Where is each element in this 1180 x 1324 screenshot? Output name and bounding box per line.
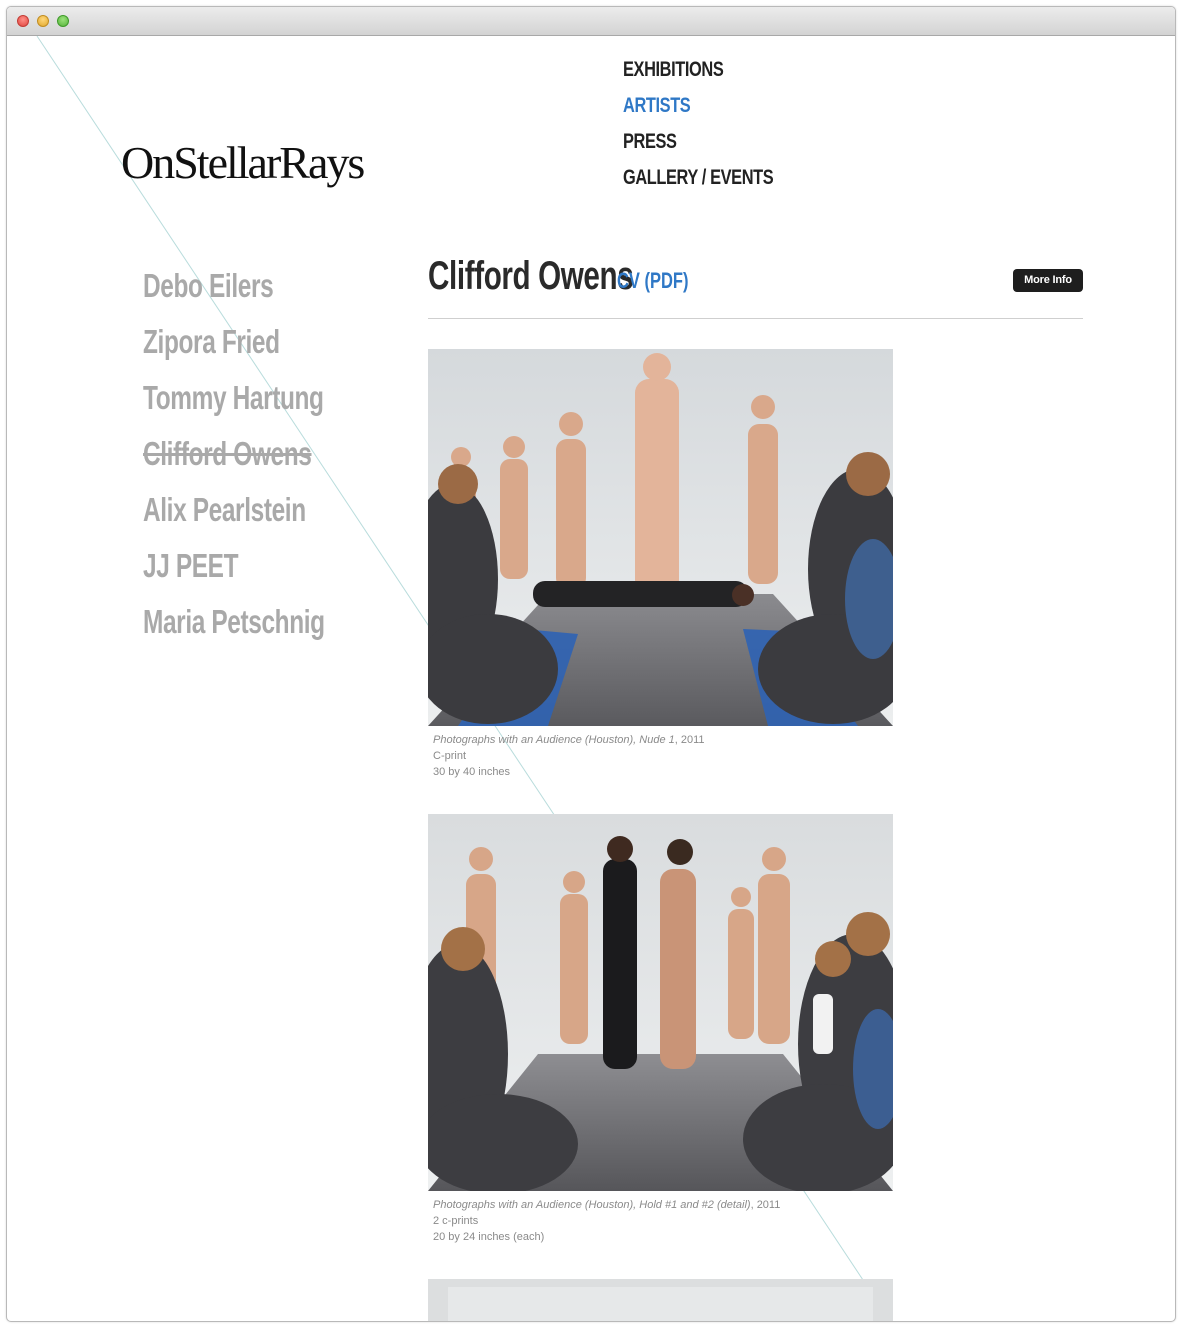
artist-link-alix-pearlstein[interactable]: Alix Pearlstein — [143, 482, 325, 538]
nav-item-artists[interactable]: ARTISTS — [623, 88, 773, 124]
artist-link-tommy-hartung[interactable]: Tommy Hartung — [143, 370, 325, 426]
artwork-title: Photographs with an Audience (Houston), … — [433, 1199, 751, 1211]
artist-list: Debo Eilers Zipora Fried Tommy Hartung C… — [143, 258, 389, 650]
artwork-title: Photographs with an Audience (Houston), … — [433, 734, 675, 746]
nav-item-press[interactable]: PRESS — [623, 124, 773, 160]
nav-item-gallery-events[interactable]: GALLERY / EVENTS — [623, 160, 774, 196]
artwork-photo[interactable] — [428, 349, 893, 726]
artwork-item: Photographs with an Audience (Houston), … — [428, 349, 893, 780]
artwork-medium: C-print — [433, 750, 467, 762]
cv-pdf-link[interactable]: CV (PDF) — [617, 268, 688, 294]
page-content: OnStellarRays EXHIBITIONS ARTISTS PRESS … — [7, 36, 1175, 1321]
zoom-window-icon[interactable] — [57, 15, 69, 27]
artwork-year: , 2011 — [674, 734, 705, 746]
artist-link-maria-petschnig[interactable]: Maria Petschnig — [143, 594, 325, 650]
browser-window: OnStellarRays EXHIBITIONS ARTISTS PRESS … — [6, 6, 1176, 1322]
artist-link-jj-peet[interactable]: JJ PEET — [143, 538, 325, 594]
main-nav: EXHIBITIONS ARTISTS PRESS GALLERY / EVEN… — [623, 52, 816, 196]
nav-item-exhibitions[interactable]: EXHIBITIONS — [623, 52, 773, 88]
artwork-item: Photographs with an Audience (Houston), … — [428, 814, 893, 1245]
site-logo[interactable]: OnStellarRays — [121, 136, 365, 189]
artist-title: Clifford Owens — [428, 254, 634, 298]
artwork-medium: 2 c-prints — [433, 1215, 479, 1227]
artwork-caption: Photographs with an Audience (Houston), … — [428, 732, 893, 780]
header-divider — [428, 318, 1083, 319]
artwork-caption: Photographs with an Audience (Houston), … — [428, 1197, 893, 1245]
window-titlebar — [7, 7, 1175, 36]
artwork-item — [428, 1279, 893, 1321]
artist-link-debo-eilers[interactable]: Debo Eilers — [143, 258, 325, 314]
artwork-dimensions: 20 by 24 inches (each) — [433, 1231, 545, 1243]
artist-link-clifford-owens[interactable]: Clifford Owens — [143, 426, 325, 482]
artist-link-zipora-fried[interactable]: Zipora Fried — [143, 314, 325, 370]
artwork-dimensions: 30 by 40 inches — [433, 766, 511, 778]
minimize-window-icon[interactable] — [37, 15, 49, 27]
close-window-icon[interactable] — [17, 15, 29, 27]
more-info-button[interactable]: More Info — [1013, 269, 1083, 292]
artwork-photo[interactable] — [428, 1279, 893, 1321]
artwork-photo[interactable] — [428, 814, 893, 1191]
artwork-year: , 2011 — [750, 1199, 781, 1211]
